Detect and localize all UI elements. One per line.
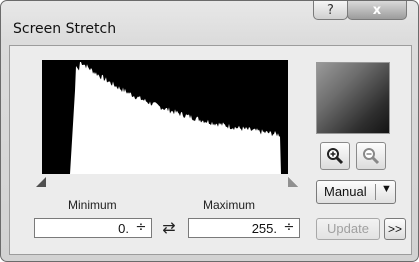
zoom-out-button[interactable]	[356, 142, 386, 170]
minimum-label: Minimum	[68, 198, 117, 212]
mode-value: Manual	[324, 184, 367, 199]
maximum-label: Maximum	[203, 198, 256, 212]
swap-arrows-icon[interactable]: ⇄	[158, 218, 180, 238]
histogram-graph	[42, 62, 288, 174]
dropdown-divider	[375, 184, 376, 200]
zoom-out-icon	[363, 148, 380, 165]
zoom-in-icon	[327, 148, 344, 165]
dialog-body: Minimum Maximum ÷ ⇄ ÷	[9, 45, 412, 255]
zoom-in-button[interactable]	[320, 142, 350, 170]
window-title: Screen Stretch	[13, 21, 117, 37]
histogram-fill	[42, 62, 288, 174]
minimum-field[interactable]: ÷	[34, 218, 152, 238]
mode-dropdown[interactable]: Manual ▼	[316, 180, 396, 204]
maximum-field[interactable]: ÷	[188, 218, 300, 238]
update-button[interactable]: Update	[316, 218, 380, 240]
minimum-spinner-icon[interactable]: ÷	[134, 221, 148, 235]
close-button[interactable]: x	[347, 1, 407, 20]
preview-swatch	[316, 62, 390, 134]
histogram	[42, 60, 288, 174]
maximum-slider-handle[interactable]	[288, 177, 298, 187]
more-options-button[interactable]: >>	[384, 218, 406, 240]
maximum-spinner-icon[interactable]: ÷	[282, 221, 296, 235]
help-button[interactable]: ?	[313, 1, 348, 20]
chevron-down-icon[interactable]: ▼	[381, 183, 392, 195]
screen-stretch-window: Screen Stretch ? x Minimum Maximum ÷ ⇄ ÷	[0, 0, 419, 262]
minimum-slider-handle[interactable]	[36, 177, 46, 187]
